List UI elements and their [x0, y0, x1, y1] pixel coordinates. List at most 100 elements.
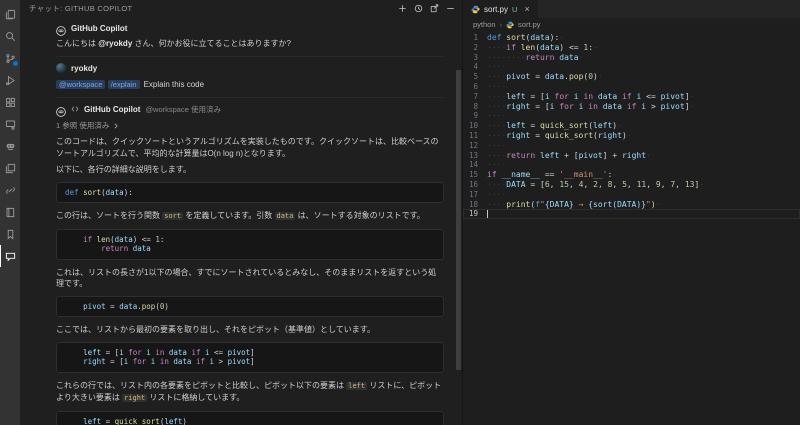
code-line[interactable]: 6····: [463, 82, 800, 92]
code-line[interactable]: 1def sort(data):·: [463, 33, 800, 43]
copilot-avatar-icon: [56, 104, 66, 114]
copilot-greeting-message: GitHub Copilot こんにちは @ryokdy さん、何かお役に立てる…: [56, 17, 444, 56]
code-line[interactable]: 17····: [463, 190, 800, 200]
chip-workspace[interactable]: @workspace: [56, 80, 105, 89]
line-number: 3: [463, 53, 487, 63]
references-tab[interactable]: [0, 179, 20, 201]
chat-scrollbar[interactable]: [456, 70, 461, 370]
chat-panel-title: チャット: GITHUB COPILOT: [29, 3, 132, 14]
line-number: 8: [463, 102, 487, 112]
line-number: 13: [463, 151, 487, 161]
workspace-agent-icon: [71, 100, 79, 118]
line-number: 6: [463, 82, 487, 92]
new-chat-button[interactable]: [398, 4, 407, 13]
response-paragraph: これは、リストの長さが1以下の場合、すでにソートされているとみなし、そのままリス…: [56, 267, 444, 290]
line-number: 18: [463, 200, 487, 210]
code-line[interactable]: 15if __name__ == '__main__':·: [463, 170, 800, 180]
bookmarks-tab[interactable]: [0, 223, 20, 245]
inline-code: data: [275, 212, 296, 220]
windows-tab[interactable]: [0, 157, 20, 179]
explorer-tab[interactable]: [0, 3, 20, 25]
python-file-icon: [471, 5, 480, 14]
code-line[interactable]: 10····left = quick_sort(left)·: [463, 121, 800, 131]
code-line[interactable]: 9····: [463, 111, 800, 121]
remote-explorer-icon: [5, 119, 16, 130]
remote-explorer-tab[interactable]: [0, 113, 20, 135]
response-paragraph: これらの行では、リスト内の各要素をピボットと比較し、ピボット以下の要素は lef…: [56, 380, 444, 405]
message-author: GitHub Copilot: [71, 24, 127, 33]
line-number: 14: [463, 160, 487, 170]
run-debug-tab[interactable]: [0, 69, 20, 91]
bookmarks-icon: [5, 229, 16, 240]
request-chips: @workspace /explain: [56, 79, 140, 90]
tab-sort-py[interactable]: sort.py U ×: [463, 0, 538, 18]
response-paragraph: この行は、ソートを行う関数 sort を定義しています。引数 data は、ソー…: [56, 210, 444, 223]
code-line[interactable]: 14····: [463, 160, 800, 170]
editor-tab-bar: sort.py U ×: [463, 0, 800, 18]
source-control-badge: [12, 60, 19, 67]
chat-history-button[interactable]: [414, 4, 423, 13]
breadcrumb-folder[interactable]: python: [473, 20, 496, 29]
agent-used-label: @workspace 使用済み: [145, 104, 221, 115]
response-paragraph: ここでは、リストから最初の要素を取り出し、それをピボット（基準値）としています。: [56, 324, 444, 336]
copilot-chat-panel: チャット: GITHUB COPILOT GitHub Copilot こんにち…: [20, 0, 463, 425]
line-number: 16: [463, 180, 487, 190]
code-line[interactable]: 16····DATA = [6, 15, 4, 2, 8, 5, 11, 9, …: [463, 180, 800, 190]
text-cursor: [487, 209, 488, 218]
breadcrumb: python › sort.py: [463, 18, 800, 31]
response-code-block: pivot = data.pop(0): [56, 296, 444, 318]
code-line[interactable]: 19: [463, 209, 800, 219]
code-line[interactable]: 7····left = [i for i in data if i <= piv…: [463, 92, 800, 102]
open-chat-in-editor-button[interactable]: [430, 4, 439, 13]
breadcrumb-file[interactable]: sort.py: [518, 20, 541, 29]
copilot-tab[interactable]: [0, 135, 20, 157]
response-code-block: if len(data) <= 1: return data: [56, 229, 444, 260]
line-number: 10: [463, 121, 487, 131]
chat-tab[interactable]: [0, 245, 20, 267]
code-line[interactable]: 5····pivot = data.pop(0)·: [463, 72, 800, 82]
references-toggle[interactable]: 1 参照 使用済み: [56, 120, 444, 131]
code-line[interactable]: 4····: [463, 62, 800, 72]
message-author: ryokdy: [71, 64, 97, 73]
message-author: GitHub Copilot: [84, 105, 140, 114]
collapse-panel-button[interactable]: [446, 4, 455, 13]
line-number: 15: [463, 170, 487, 180]
code-line[interactable]: 2····if len(data) <= 1:·: [463, 43, 800, 53]
chat-panel-titlebar: チャット: GITHUB COPILOT: [20, 0, 462, 17]
code-line[interactable]: 18····print(f"{DATA} → {sort(DATA)}")·: [463, 200, 800, 210]
python-file-icon: [506, 21, 514, 29]
code-line[interactable]: 8····right = [i for i in data if i > piv…: [463, 102, 800, 112]
chat-message-list: GitHub Copilot こんにちは @ryokdy さん、何かお役に立てる…: [20, 17, 462, 425]
inline-code: sort: [162, 212, 183, 220]
line-number: 4: [463, 62, 487, 72]
user-mention: @ryokdy: [98, 39, 132, 48]
source-control-tab[interactable]: [0, 47, 20, 69]
user-request-message: ryokdy @workspace /explain Explain this …: [56, 56, 444, 97]
copilot-icon: [5, 141, 16, 152]
tab-filename: sort.py: [484, 5, 508, 14]
editor-pane: sort.py U × python › sort.py 1def sort(d…: [463, 0, 800, 425]
response-code-block: left = [i for i in data if i <= pivot] r…: [56, 342, 444, 373]
chat-panel-actions: [398, 4, 455, 13]
copilot-response-message: GitHub Copilot @workspace 使用済み 1 参照 使用済み…: [56, 97, 444, 425]
response-code-block: left = quick_sort(left) right = quick_so…: [56, 411, 444, 425]
extensions-tab[interactable]: [0, 91, 20, 113]
extensions-icon: [5, 97, 16, 108]
windows-icon: [5, 163, 16, 174]
inline-code: left: [346, 382, 367, 390]
line-number: 7: [463, 92, 487, 102]
line-number: 1: [463, 33, 487, 43]
code-line[interactable]: 3········return data·: [463, 53, 800, 63]
line-number: 12: [463, 141, 487, 151]
docs-tab[interactable]: [0, 201, 20, 223]
code-line[interactable]: 12····: [463, 141, 800, 151]
tab-close-icon[interactable]: ×: [524, 5, 529, 14]
greeting-text: こんにちは @ryokdy さん、何かお役に立てることはありますか?: [56, 38, 444, 49]
code-line[interactable]: 13····return left + [pivot] + right·: [463, 151, 800, 161]
git-status-badge: U: [512, 5, 517, 14]
chip-explain[interactable]: /explain: [108, 80, 140, 89]
line-number: 2: [463, 43, 487, 53]
search-tab[interactable]: [0, 25, 20, 47]
code-editor[interactable]: 1def sort(data):·2····if len(data) <= 1:…: [463, 31, 800, 425]
code-line[interactable]: 11····right = quick_sort(right)·: [463, 131, 800, 141]
